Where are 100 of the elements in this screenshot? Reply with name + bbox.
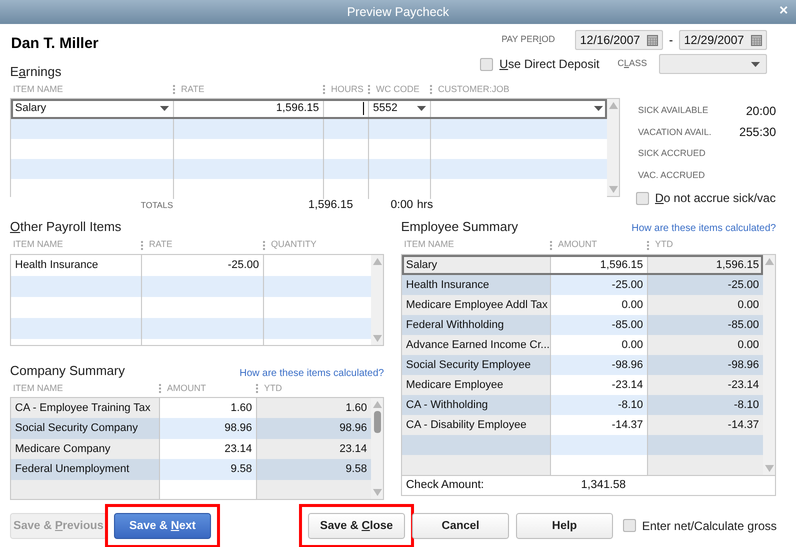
table-row[interactable]: Health Insurance -25.00 -25.00 [402,275,763,295]
section-title: Other Payroll Items [10,218,122,236]
section-title: Earnings [10,63,62,81]
employee-name: Dan T. Miller [11,34,99,54]
table-cell: -85.00 [648,315,763,335]
column-divider-icon [323,85,325,94]
dialog-button[interactable]: Cancel [412,513,509,540]
column-header: RATE [180,82,204,96]
caret-icon[interactable] [417,106,426,111]
table-row[interactable]: Salary 1,596.15 5552 [11,98,607,118]
totals-hours: 0:00 [390,198,413,213]
column-header: ITEM NAME [403,238,454,252]
table-cell: -98.96 [648,355,763,375]
class-label: CLASS [617,57,647,70]
column-header: ITEM NAME [12,82,64,96]
checkbox[interactable] [636,192,649,204]
table-cell: Social Security Employee [402,355,551,375]
check-amount-value: 1,341.58 [581,478,626,493]
scroll-down-icon[interactable] [372,335,382,342]
table-cell: CA - Disability Employee [402,415,551,435]
column-header: WC CODE [375,82,420,96]
column-divider-icon [550,240,552,250]
accrual-value: 255:30 [739,124,776,142]
scroll-up-icon[interactable] [608,102,618,108]
table-row[interactable]: Advance Earned Income Cr... 0.00 0.00 [402,335,763,355]
scrollbar[interactable] [371,398,383,498]
date-separator: - [669,32,673,49]
scroll-down-icon[interactable] [608,186,618,192]
table-cell: -85.00 [551,315,648,335]
column-header: AMOUNT [166,382,206,395]
table-cell: 9.58 [160,459,257,480]
dialog-button[interactable]: Save & Next [114,513,211,540]
table-cell: Advance Earned Income Cr... [402,335,551,355]
table-cell: CA - Withholding [402,395,551,415]
checkbox-label: Enter net/Calculate gross [642,518,777,535]
column-divider-icon [647,240,649,250]
table-row[interactable]: Social Security Employee -98.96 -98.96 [402,355,763,375]
accrual-label: SICK ACCRUED [638,147,706,160]
table-cell: 0.00 [648,335,763,355]
date-field[interactable]: 12/29/2007 [679,30,767,50]
table-cell: 98.96 [160,418,257,438]
table-cell: -25.00 [648,275,763,295]
date-field[interactable]: 12/16/2007 [575,30,663,50]
column-divider-icon [173,85,175,94]
scroll-down-icon[interactable] [764,465,774,472]
column-header: CUSTOMER:JOB [437,82,510,96]
table-cell: 0.00 [648,295,763,315]
scroll-up-icon[interactable] [372,400,382,408]
column-header: ITEM NAME [12,238,64,252]
section-title: Company Summary [10,362,125,380]
table-row[interactable]: Federal Withholding -85.00 -85.00 [402,315,763,335]
table-row[interactable]: Medicare Employee -23.14 -23.14 [402,375,763,395]
caret-icon[interactable] [594,106,603,111]
table-cell: Salary [402,255,551,275]
accrual-value: 20:00 [746,102,776,120]
scrollbar[interactable] [763,255,775,475]
table-cell: -14.37 [648,415,763,435]
table-row[interactable]: CA - Disability Employee -14.37 -14.37 [402,415,763,435]
calculation-help-link[interactable]: How are these items calculated? [239,366,384,380]
table-cell: Social Security Company [11,418,160,438]
scroll-down-icon[interactable] [372,488,382,496]
text-cursor-icon [363,102,364,115]
column-header: RATE [148,238,172,252]
caret-icon[interactable] [160,106,169,111]
scrollbar[interactable] [607,98,619,196]
pay-period-label: PAY PERIOD [501,33,555,46]
scroll-up-icon[interactable] [372,258,382,265]
column-header: YTD [263,382,282,395]
scrollbar[interactable] [371,255,383,345]
accrual-label: SICK AVAILABLE [638,104,708,117]
checkbox[interactable] [623,519,636,532]
dialog-button[interactable]: Help [516,513,613,540]
checkbox-label: Do not accrue sick/vac [655,190,776,207]
table-cell: Federal Withholding [402,315,551,335]
section-title: Employee Summary [401,218,518,236]
table-cell: 23.14 [257,438,371,459]
window-title: Preview Paycheck [346,4,450,21]
table-cell: 1,596.15 [648,255,763,275]
table-cell: Medicare Employee Addl Tax [402,295,551,315]
checkbox[interactable] [480,58,494,70]
column-divider-icon [256,384,258,393]
caret-icon[interactable] [751,62,760,66]
table-row[interactable]: CA - Withholding -8.10 -8.10 [402,395,763,415]
table-cell: CA - Employee Training Tax [11,398,160,418]
table-row[interactable]: Medicare Employee Addl Tax 0.00 0.00 [402,295,763,315]
table-cell: 9.58 [257,459,371,480]
totals-label: TOTALS [140,199,173,212]
scroll-up-icon[interactable] [764,258,774,265]
accrual-label: VACATION AVAIL. [638,126,712,138]
checkbox-label: Use Direct Deposit [499,56,600,73]
dialog-button[interactable]: Save & Close [308,513,405,540]
calendar-icon[interactable] [647,34,658,46]
calculation-help-link[interactable]: How are these items calculated? [631,221,776,236]
column-divider-icon [368,85,370,94]
column-divider-icon [159,384,161,393]
scroll-thumb[interactable] [374,410,380,432]
calendar-icon[interactable] [751,34,762,46]
table-cell: -8.10 [648,395,763,415]
table-cell: 1.60 [257,398,371,418]
table-row[interactable]: Salary 1,596.15 1,596.15 [402,255,763,275]
